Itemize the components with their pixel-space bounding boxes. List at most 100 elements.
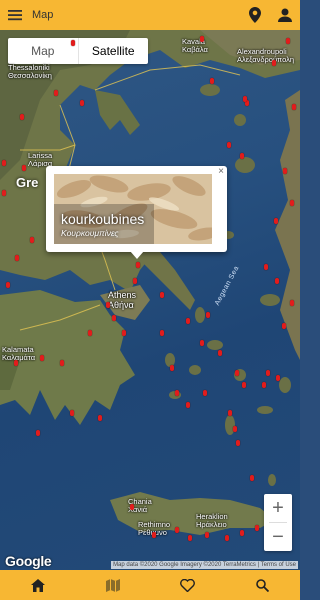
map-pin[interactable]: [15, 255, 19, 261]
label-kavala: Kavala Καβάλα: [182, 37, 208, 54]
close-icon[interactable]: ×: [218, 167, 224, 177]
map-pin[interactable]: [22, 165, 26, 171]
map-pin[interactable]: [71, 40, 75, 46]
map-pin[interactable]: [130, 504, 134, 510]
map-pin[interactable]: [210, 78, 214, 84]
google-logo: Google: [5, 553, 52, 569]
map-pin[interactable]: [203, 390, 207, 396]
map-pin[interactable]: [200, 340, 204, 346]
map-pin[interactable]: [2, 160, 6, 166]
tab-favorites[interactable]: [150, 570, 225, 600]
map-pin[interactable]: [20, 114, 24, 120]
map-pin[interactable]: [240, 153, 244, 159]
zoom-out-button[interactable]: −: [264, 523, 292, 551]
map-pin[interactable]: [290, 200, 294, 206]
map-pin[interactable]: [122, 330, 126, 336]
map-pin[interactable]: [255, 525, 259, 531]
map-pin[interactable]: [40, 355, 44, 361]
map-pin[interactable]: [188, 535, 192, 541]
map-pin[interactable]: [282, 323, 286, 329]
map-pin[interactable]: [264, 264, 268, 270]
info-window[interactable]: × kourkoubines Κουρκουμπίνες: [46, 166, 227, 252]
map-pin[interactable]: [276, 375, 280, 381]
map-pin[interactable]: [206, 312, 210, 318]
map-pin[interactable]: [243, 96, 247, 102]
map-type-satellite-button[interactable]: Satellite: [77, 38, 149, 64]
tab-home[interactable]: [0, 570, 75, 600]
label-athens: Athens Αθήνα: [108, 290, 137, 310]
info-window-pointer: [130, 251, 144, 259]
map-pin[interactable]: [286, 38, 290, 44]
home-icon: [30, 578, 45, 592]
location-pin-icon: [249, 7, 261, 23]
map-pin[interactable]: [186, 402, 190, 408]
hamburger-icon: [8, 10, 22, 21]
map-pin[interactable]: [236, 440, 240, 446]
tab-search[interactable]: [225, 570, 300, 600]
map-pin[interactable]: [262, 382, 266, 388]
map-pin[interactable]: [70, 410, 74, 416]
satellite-terrain: [0, 30, 300, 535]
map-pin[interactable]: [228, 410, 232, 416]
map-pin[interactable]: [175, 390, 179, 396]
map-type-toggle: Map Satellite: [8, 38, 148, 64]
label-heraklion: Heraklion Ηράκλειο: [196, 512, 228, 529]
zoom-controls: + −: [264, 494, 292, 551]
zoom-in-button[interactable]: +: [264, 494, 292, 522]
map-pin[interactable]: [218, 350, 222, 356]
search-icon: [256, 578, 269, 592]
map-pin[interactable]: [133, 278, 137, 284]
map-pin[interactable]: [14, 360, 18, 366]
map-pin[interactable]: [200, 36, 204, 42]
label-kalamata: Kalamata Καλαμάτα: [2, 345, 36, 362]
menu-button[interactable]: [0, 0, 30, 30]
map-pin[interactable]: [30, 237, 34, 243]
info-window-title: kourkoubines: [61, 211, 145, 227]
map-pin[interactable]: [98, 415, 102, 421]
map-pin[interactable]: [283, 168, 287, 174]
map-pin[interactable]: [250, 475, 254, 481]
map-pin[interactable]: [266, 370, 270, 376]
map-pin[interactable]: [290, 300, 294, 306]
label-greece: Gre: [16, 175, 39, 190]
map-pin[interactable]: [60, 360, 64, 366]
map-pin[interactable]: [275, 278, 279, 284]
map-pin[interactable]: [242, 382, 246, 388]
map-pin[interactable]: [6, 282, 10, 288]
map-type-map-button[interactable]: Map: [8, 38, 78, 64]
map-pin[interactable]: [36, 430, 40, 436]
map-pin[interactable]: [88, 330, 92, 336]
map-icon: [105, 578, 120, 592]
map-pin[interactable]: [205, 532, 209, 538]
map-pin[interactable]: [160, 292, 164, 298]
heart-icon: [180, 578, 195, 592]
map-pin[interactable]: [292, 104, 296, 110]
tab-map[interactable]: [75, 570, 150, 600]
map-pin[interactable]: [175, 527, 179, 533]
info-window-subtitle: Κουρκουμπίνες: [61, 228, 119, 238]
profile-button[interactable]: [270, 0, 300, 30]
map-pin[interactable]: [240, 530, 244, 536]
map-pin[interactable]: [136, 262, 140, 268]
map-attribution[interactable]: Map data ©2020 Google Imagery ©2020 Terr…: [111, 561, 298, 569]
map-pin[interactable]: [233, 426, 237, 432]
location-button[interactable]: [240, 0, 270, 30]
map-pin[interactable]: [227, 142, 231, 148]
map-pin[interactable]: [106, 302, 110, 308]
map-pin[interactable]: [160, 330, 164, 336]
map-pin[interactable]: [235, 370, 239, 376]
map-pin[interactable]: [170, 365, 174, 371]
map-pin[interactable]: [274, 218, 278, 224]
map-pin[interactable]: [272, 60, 276, 66]
map-pin[interactable]: [152, 532, 156, 538]
map-pin[interactable]: [80, 100, 84, 106]
person-icon: [278, 8, 292, 22]
map-pin[interactable]: [54, 90, 58, 96]
map-pin[interactable]: [186, 318, 190, 324]
app-bar: Map: [0, 0, 300, 30]
map-pin[interactable]: [112, 315, 116, 321]
map-pin[interactable]: [2, 190, 6, 196]
page-title: Map: [32, 9, 54, 21]
map-pin[interactable]: [225, 535, 229, 541]
map-view[interactable]: Map Satellite Kavala Καβάλα Alexandroupol…: [0, 30, 300, 570]
